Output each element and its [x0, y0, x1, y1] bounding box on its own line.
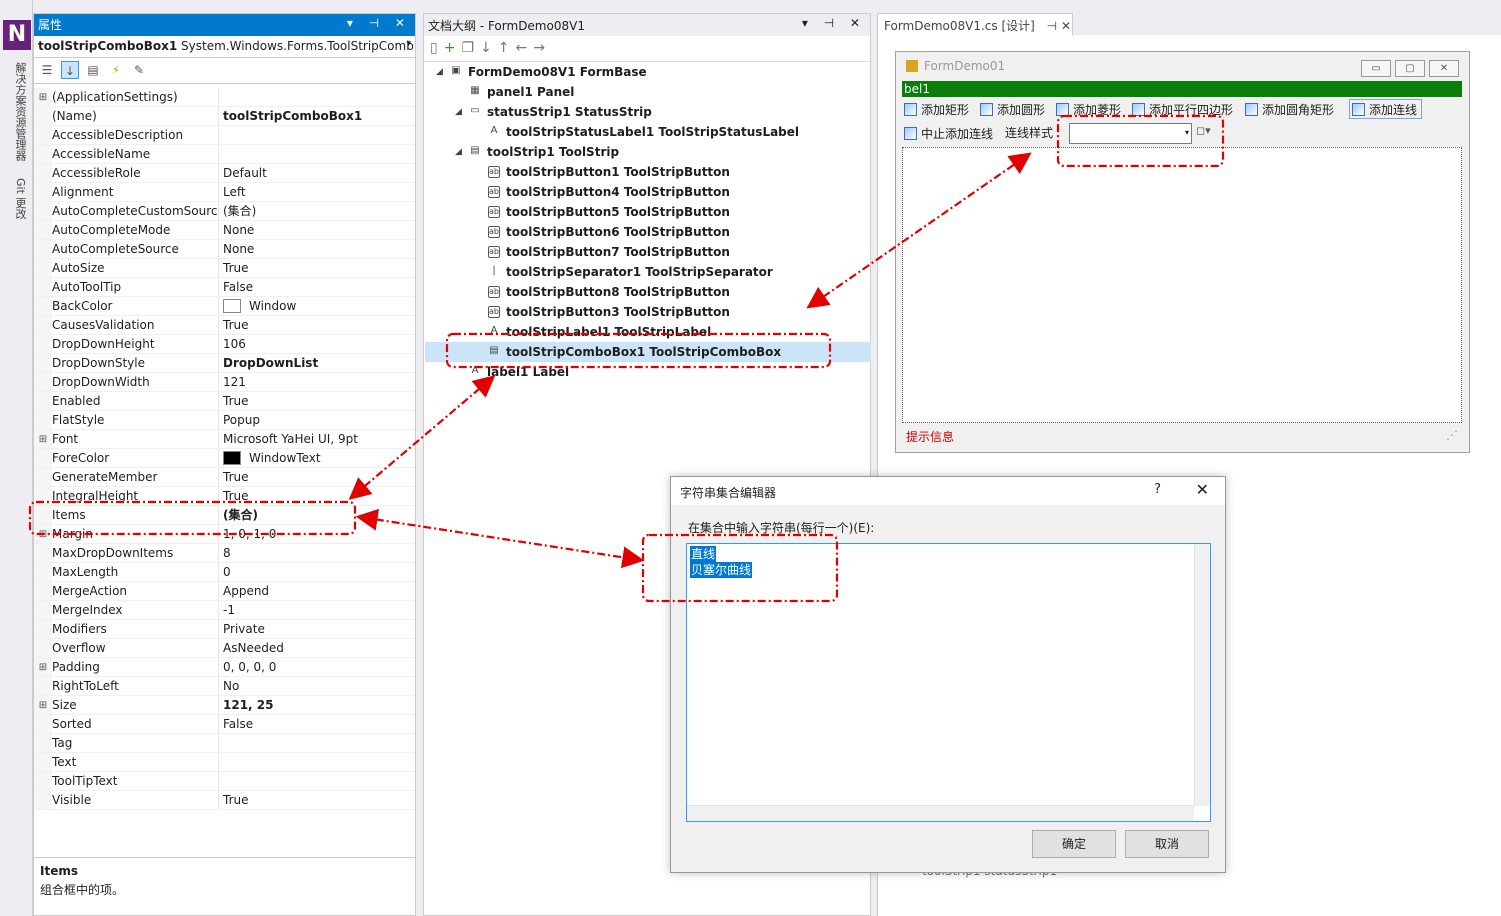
arrow-outline-to-items — [348, 375, 496, 500]
highlight-items-property — [28, 500, 357, 536]
highlight-combo-outline — [445, 332, 832, 369]
arrow-outline-to-designer — [806, 152, 1032, 309]
highlight-designer-combo — [1056, 114, 1225, 168]
highlight-dialog-lines — [641, 533, 839, 603]
annotation-overlay — [28, 114, 1225, 603]
arrow-items-to-dialog — [355, 508, 645, 569]
